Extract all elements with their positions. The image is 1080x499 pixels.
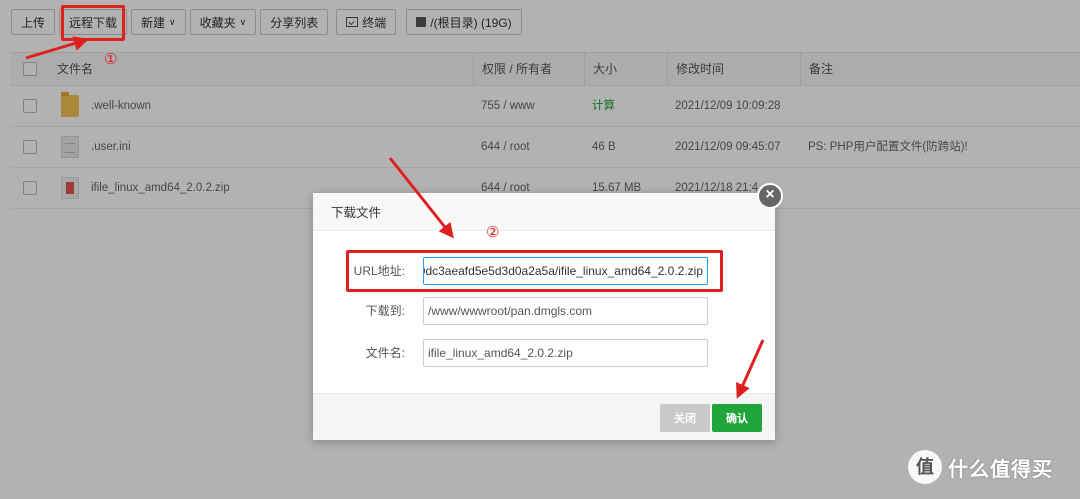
arrow-3: [736, 339, 765, 399]
watermark: 值 什么值得买: [908, 450, 1053, 484]
arrow-2: [388, 157, 454, 239]
annotation-arrows: [25, 36, 765, 399]
watermark-logo-icon: 值: [908, 450, 942, 484]
arrow-1: [25, 36, 89, 60]
watermark-text: 什么值得买: [948, 458, 1053, 481]
